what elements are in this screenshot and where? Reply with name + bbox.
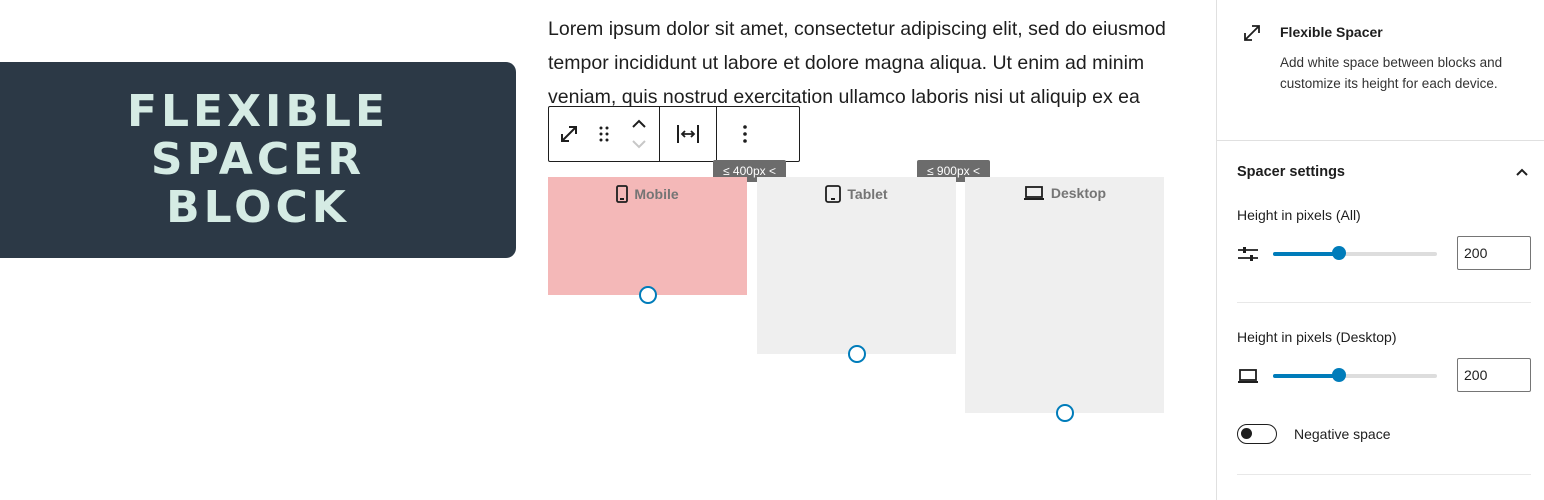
toolbar-group-align (659, 107, 716, 161)
chevron-up-icon (1516, 168, 1528, 176)
more-options-button[interactable] (717, 107, 773, 161)
resize-handle-mobile[interactable] (638, 286, 657, 304)
negative-space-toggle[interactable] (1237, 424, 1277, 444)
desktop-icon (1238, 369, 1258, 383)
title-banner: FLEXIBLE SPACER BLOCK (0, 62, 516, 258)
move-down-icon (632, 140, 646, 149)
block-card-title: Flexible Spacer (1280, 24, 1383, 40)
block-mover (619, 107, 659, 161)
preview-label-mobile: Mobile (548, 185, 747, 203)
toolbar-group-block (549, 107, 659, 161)
toggle-knob (1241, 428, 1252, 439)
height-all-slider-fill (1273, 252, 1339, 256)
resize-handle-desktop[interactable] (1055, 404, 1074, 422)
resize-icon (561, 126, 577, 142)
preview-tablet-text: Tablet (847, 186, 888, 202)
preview-label-tablet: Tablet (757, 185, 956, 203)
tablet-icon (825, 185, 842, 203)
spacer-settings-panel-toggle[interactable]: Spacer settings (1237, 160, 1529, 184)
toolbar-group-options (716, 107, 773, 161)
move-up-button[interactable] (630, 112, 648, 134)
spacer-preview-tablet[interactable]: Tablet (757, 177, 956, 363)
desktop-icon (1023, 186, 1044, 200)
height-desktop-control (1237, 358, 1531, 394)
height-all-label: Height in pixels (All) (1237, 207, 1361, 223)
move-down-button[interactable] (630, 134, 648, 156)
height-all-icon (1237, 245, 1265, 263)
field-divider (1237, 302, 1531, 303)
height-desktop-slider-fill (1273, 374, 1339, 378)
panel-title: Spacer settings (1237, 164, 1345, 180)
block-toolbar (548, 106, 800, 162)
height-all-input[interactable] (1457, 236, 1531, 270)
height-desktop-slider-thumb[interactable] (1331, 368, 1346, 382)
mobile-icon (616, 185, 629, 203)
negative-space-row: Negative space (1237, 424, 1391, 444)
height-desktop-icon (1237, 368, 1265, 384)
spacer-preview-desktop[interactable]: Desktop (965, 177, 1164, 422)
block-card-description: Add white space between blocks and custo… (1280, 55, 1503, 91)
height-desktop-slider[interactable] (1273, 368, 1437, 382)
preview-desktop-text: Desktop (1050, 185, 1107, 201)
resize-icon (1244, 25, 1260, 41)
justify-button[interactable] (660, 107, 716, 161)
banner-title: FLEXIBLE SPACER BLOCK (126, 86, 390, 233)
height-all-slider-thumb[interactable] (1331, 246, 1346, 260)
height-desktop-input[interactable] (1457, 358, 1531, 392)
block-type-button[interactable] (549, 107, 589, 161)
block-card: Flexible Spacer Add white space between … (1217, 0, 1544, 141)
more-options-icon (743, 125, 747, 143)
preview-label-desktop: Desktop (965, 185, 1164, 201)
negative-space-label: Negative space (1294, 426, 1391, 442)
block-card-icon (1241, 22, 1263, 49)
settings-sidebar: Flexible Spacer Add white space between … (1216, 0, 1544, 500)
resize-handle-tablet[interactable] (847, 345, 866, 363)
preview-mobile-text: Mobile (634, 186, 679, 202)
panel-bottom-divider (1237, 474, 1531, 475)
height-all-slider[interactable] (1273, 246, 1437, 260)
spacer-preview-mobile[interactable]: Mobile (548, 177, 747, 304)
sliders-icon (1238, 247, 1258, 261)
move-up-icon (632, 119, 646, 128)
height-desktop-label: Height in pixels (Desktop) (1237, 329, 1397, 345)
drag-handle-icon (599, 126, 609, 142)
justify-icon (677, 125, 699, 143)
height-all-control (1237, 236, 1531, 272)
drag-handle[interactable] (589, 107, 619, 161)
